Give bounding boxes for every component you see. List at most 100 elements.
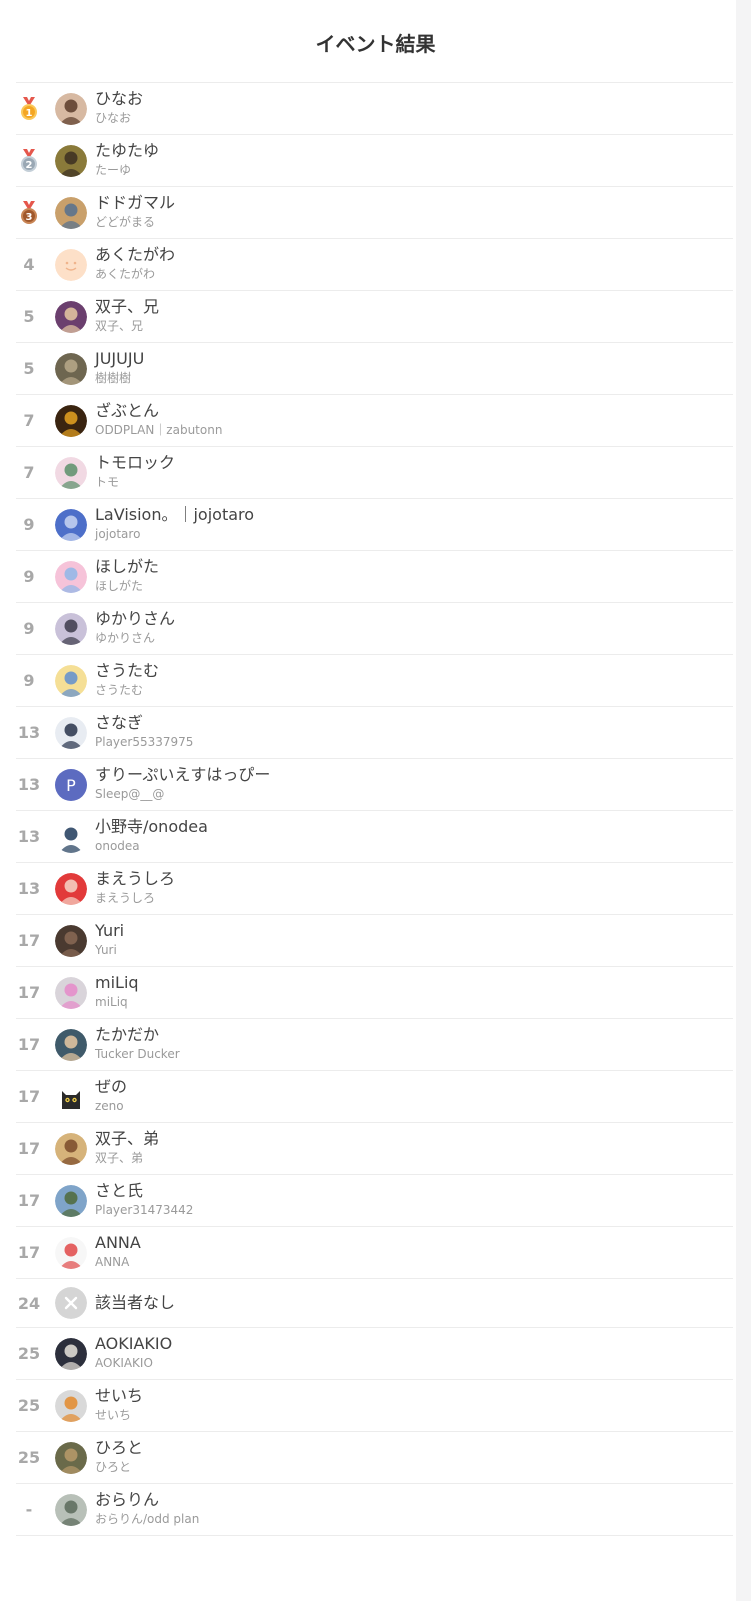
user-display-name: miLiq (95, 973, 139, 992)
rank-number: 25 (17, 1448, 41, 1467)
gold-medal-icon: 1 (16, 83, 42, 134)
avatar[interactable] (55, 1338, 87, 1370)
avatar[interactable] (55, 717, 87, 749)
ranking-row[interactable]: 17 Yuri Yuri (16, 915, 733, 967)
rank-number: 17 (17, 1035, 41, 1054)
avatar[interactable] (55, 197, 87, 229)
rank-number: 9 (23, 671, 35, 690)
svg-text:1: 1 (26, 108, 33, 119)
user-sub-name: zeno (95, 1099, 124, 1113)
avatar[interactable] (55, 1237, 87, 1269)
user-sub-name: jojotaro (95, 527, 141, 541)
ranking-row[interactable]: 13 小野寺/onodea onodea (16, 811, 733, 863)
rank-number: 25 (17, 1396, 41, 1415)
avatar[interactable] (55, 1029, 87, 1061)
ranking-row[interactable]: 17 miLiq miLiq (16, 967, 733, 1019)
user-names: ゆかりさん ゆかりさん (95, 609, 733, 646)
rank-number: 9 (23, 515, 35, 534)
rank-number: 4 (23, 255, 35, 274)
ranking-row[interactable]: 25 せいち せいち (16, 1380, 733, 1432)
ranking-row[interactable]: 25 AOKIAKIO AOKIAKIO (16, 1328, 733, 1380)
user-display-name: ぜの (95, 1077, 128, 1096)
user-names: Yuri Yuri (95, 921, 733, 958)
ranking-row[interactable]: 5 双子、兄 双子、兄 (16, 291, 733, 343)
user-names: ANNA ANNA (95, 1233, 733, 1270)
user-sub-name: 双子、弟 (95, 1151, 144, 1165)
avatar[interactable] (55, 301, 87, 333)
user-names: ざぶとん ODDPLAN｜zabutonn (95, 401, 733, 438)
user-display-name: LaVision。｜jojotaro (95, 505, 255, 524)
user-display-name: さなぎ (95, 713, 144, 732)
user-sub-name: ひろと (95, 1460, 132, 1474)
ranking-row[interactable]: 17 たかだか Tucker Ducker (16, 1019, 733, 1071)
ranking-row[interactable]: 17 ぜの zeno (16, 1071, 733, 1123)
avatar[interactable] (55, 821, 87, 853)
ranking-row[interactable]: 9 LaVision。｜jojotaro jojotaro (16, 499, 733, 551)
ranking-row[interactable]: 24 該当者なし (16, 1279, 733, 1328)
ranking-row[interactable]: 5 JUJUJU 樹樹樹 (16, 343, 733, 395)
rank-number: 7 (23, 411, 35, 430)
avatar[interactable] (55, 93, 87, 125)
user-display-name: ドドガマル (95, 193, 176, 212)
ranking-row[interactable]: 13 さなぎ Player55337975 (16, 707, 733, 759)
avatar[interactable] (55, 249, 87, 281)
ranking-row[interactable]: 9 さうたむ さうたむ (16, 655, 733, 707)
user-names: あくたがわ あくたがわ (95, 245, 733, 282)
ranking-row[interactable]: 25 ひろと ひろと (16, 1432, 733, 1484)
ranking-row[interactable]: 17 さと氏 Player31473442 (16, 1175, 733, 1227)
user-sub-name: ほしがた (95, 579, 144, 593)
user-names: LaVision。｜jojotaro jojotaro (95, 505, 733, 542)
user-display-name: JUJUJU (95, 349, 145, 368)
user-names: まえうしろ まえうしろ (95, 869, 733, 906)
user-display-name: すりーぷいえすはっぴー (95, 765, 271, 784)
ranking-row[interactable]: 17 ANNA ANNA (16, 1227, 733, 1279)
avatar[interactable] (55, 925, 87, 957)
ranking-row[interactable]: 7 トモロック トモ (16, 447, 733, 499)
ranking-row[interactable]: 17 双子、弟 双子、弟 (16, 1123, 733, 1175)
rank-number: 17 (17, 1087, 41, 1106)
user-display-name: AOKIAKIO (95, 1334, 173, 1353)
user-display-name: おらりん (95, 1490, 160, 1509)
user-names: 双子、弟 双子、弟 (95, 1129, 733, 1166)
user-sub-name: トモ (95, 475, 120, 489)
avatar[interactable]: P (55, 769, 87, 801)
ranking-row[interactable]: - おらりん おらりん/odd plan (16, 1484, 733, 1536)
user-names: JUJUJU 樹樹樹 (95, 349, 733, 386)
user-display-name: 該当者なし (95, 1293, 176, 1312)
avatar[interactable] (55, 977, 87, 1009)
ranking-row[interactable]: 3 ドドガマル どどがまる (16, 187, 733, 239)
avatar[interactable] (55, 353, 87, 385)
user-names: たかだか Tucker Ducker (95, 1025, 733, 1062)
ranking-row[interactable]: 13 まえうしろ まえうしろ (16, 863, 733, 915)
ranking-row[interactable]: 9 ゆかりさん ゆかりさん (16, 603, 733, 655)
user-sub-name: Player31473442 (95, 1203, 194, 1217)
rank-number: 5 (23, 359, 35, 378)
ranking-row[interactable]: 13 P すりーぷいえすはっぴー Sleep@__@ (16, 759, 733, 811)
user-display-name: さと氏 (95, 1181, 144, 1200)
avatar[interactable] (55, 145, 87, 177)
avatar[interactable] (55, 561, 87, 593)
ranking-row[interactable]: 1 ひなお ひなお (16, 83, 733, 135)
ranking-row[interactable]: 2 たゆたゆ たーゆ (16, 135, 733, 187)
avatar[interactable] (55, 613, 87, 645)
avatar[interactable] (55, 1081, 87, 1113)
avatar[interactable] (55, 457, 87, 489)
avatar[interactable] (55, 873, 87, 905)
user-sub-name: Tucker Ducker (95, 1047, 180, 1061)
avatar[interactable] (55, 665, 87, 697)
avatar[interactable] (55, 1494, 87, 1526)
avatar[interactable] (55, 1185, 87, 1217)
avatar[interactable] (55, 1133, 87, 1165)
ranking-row[interactable]: 9 ほしがた ほしがた (16, 551, 733, 603)
avatar[interactable] (55, 509, 87, 541)
avatar[interactable] (55, 1390, 87, 1422)
user-names: トモロック トモ (95, 453, 733, 490)
user-display-name: まえうしろ (95, 869, 176, 888)
ranking-row[interactable]: 7 ざぶとん ODDPLAN｜zabutonn (16, 395, 733, 447)
user-names: たゆたゆ たーゆ (95, 141, 733, 178)
rank-number: 17 (17, 1191, 41, 1210)
ranking-row[interactable]: 4 あくたがわ あくたがわ (16, 239, 733, 291)
avatar[interactable] (55, 405, 87, 437)
user-names: 双子、兄 双子、兄 (95, 297, 733, 334)
avatar[interactable] (55, 1442, 87, 1474)
